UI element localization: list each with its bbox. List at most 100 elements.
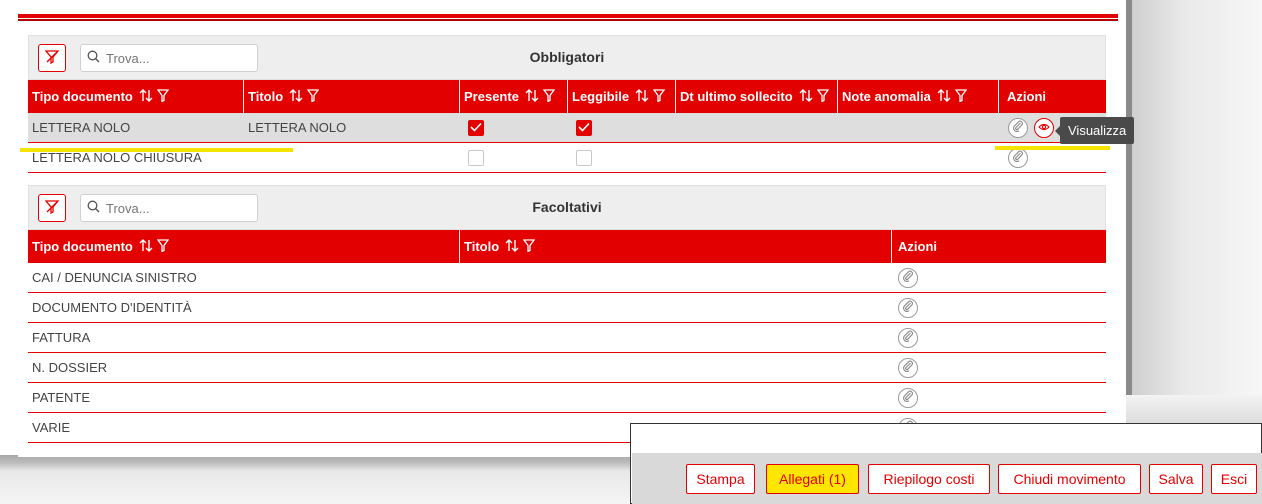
column-header-leggibile[interactable]: Leggibile xyxy=(568,80,676,113)
cell-tipo-documento: N. DOSSIER xyxy=(32,360,108,375)
chiudi-movimento-button[interactable]: Chiudi movimento xyxy=(998,464,1141,494)
filter-icon[interactable] xyxy=(156,88,173,105)
sort-icon[interactable] xyxy=(799,88,817,105)
cell-azioni xyxy=(894,383,918,412)
filter-icon[interactable] xyxy=(306,88,323,105)
paperclip-icon xyxy=(902,360,914,375)
column-label: Presente xyxy=(464,89,519,104)
column-header-tipo-documento[interactable]: Tipo documento xyxy=(28,80,244,113)
filter-icon[interactable] xyxy=(522,238,539,255)
leggibile-checkbox-cell xyxy=(572,143,592,172)
riepilogo-costi-button[interactable]: Riepilogo costi xyxy=(868,464,990,494)
cell-azioni xyxy=(894,263,918,292)
presente-checkbox[interactable] xyxy=(468,149,484,166)
paperclip-icon xyxy=(1012,120,1024,135)
sort-icon[interactable] xyxy=(139,238,157,255)
column-header-tipo-documento[interactable]: Tipo documento xyxy=(28,230,460,263)
table-row[interactable]: CAI / DENUNCIA SINISTRO xyxy=(28,263,1106,293)
table-row[interactable]: DOCUMENTO D'IDENTITÀ xyxy=(28,293,1106,323)
filter-icon[interactable] xyxy=(954,88,971,105)
obbligatori-section: Obbligatori Tipo documento Titolo Presen… xyxy=(28,35,1106,173)
stampa-button[interactable]: Stampa xyxy=(686,464,755,494)
obbligatori-search-box[interactable] xyxy=(80,44,258,72)
cell-titolo: LETTERA NOLO xyxy=(248,120,347,135)
sort-icon[interactable] xyxy=(139,88,157,105)
presente-checkbox-cell xyxy=(464,113,484,142)
sort-icon[interactable] xyxy=(289,88,307,105)
search-icon xyxy=(87,200,100,216)
table-row[interactable]: FATTURA xyxy=(28,323,1106,353)
filter-icon[interactable] xyxy=(652,88,669,105)
table-row[interactable]: N. DOSSIER xyxy=(28,353,1106,383)
leggibile-checkbox-cell xyxy=(572,113,592,142)
attach-button[interactable] xyxy=(1008,147,1028,168)
leggibile-checkbox[interactable] xyxy=(576,119,592,136)
paperclip-icon xyxy=(902,270,914,285)
filter-icon[interactable] xyxy=(156,238,173,255)
attach-button[interactable] xyxy=(898,357,918,378)
column-header-titolo[interactable]: Titolo xyxy=(244,80,460,113)
window-top-accent xyxy=(18,14,1118,18)
checkmark-icon xyxy=(470,120,482,135)
leggibile-checkbox[interactable] xyxy=(576,149,592,166)
allegati-button[interactable]: Allegati (1) xyxy=(766,464,859,494)
highlight-underline-actions xyxy=(995,146,1110,150)
cell-azioni xyxy=(894,353,918,382)
cell-tipo-documento: CAI / DENUNCIA SINISTRO xyxy=(32,270,197,285)
search-icon xyxy=(87,50,100,66)
documents-window: Obbligatori Tipo documento Titolo Presen… xyxy=(18,0,1126,457)
column-header-azioni: Azioni xyxy=(892,230,1106,263)
facoltativi-search-box[interactable] xyxy=(80,194,258,222)
column-header-dt-ultimo-sollecito[interactable]: Dt ultimo sollecito xyxy=(676,80,838,113)
obbligatori-clear-filter-button[interactable] xyxy=(38,44,66,72)
sort-icon[interactable] xyxy=(505,238,523,255)
filter-icon[interactable] xyxy=(816,88,833,105)
filter-clear-icon xyxy=(44,49,60,67)
background-panel-bottom xyxy=(0,455,630,504)
paperclip-icon xyxy=(902,330,914,345)
column-label: Azioni xyxy=(898,239,937,254)
action-bar: Stampa Allegati (1) Riepilogo costi Chiu… xyxy=(632,453,1262,504)
presente-checkbox[interactable] xyxy=(468,119,484,136)
cell-tipo-documento: FATTURA xyxy=(32,330,91,345)
esci-button[interactable]: Esci xyxy=(1211,464,1257,494)
attach-button[interactable] xyxy=(898,327,918,348)
column-label: Dt ultimo sollecito xyxy=(680,89,793,104)
action-panel: Stampa Allegati (1) Riepilogo costi Chiu… xyxy=(630,423,1262,504)
column-label: Tipo documento xyxy=(32,89,133,104)
column-header-titolo[interactable]: Titolo xyxy=(460,230,892,263)
column-header-note-anomalia[interactable]: Note anomalia xyxy=(838,80,999,113)
cell-tipo-documento: LETTERA NOLO xyxy=(32,120,131,135)
cell-azioni xyxy=(1004,113,1054,142)
attach-button[interactable] xyxy=(1008,117,1028,138)
column-label: Titolo xyxy=(464,239,500,254)
facoltativi-clear-filter-button[interactable] xyxy=(38,194,66,222)
cell-tipo-documento: DOCUMENTO D'IDENTITÀ xyxy=(32,300,192,315)
column-label: Note anomalia xyxy=(842,89,931,104)
background-panel-right xyxy=(1124,0,1262,420)
table-row[interactable]: PATENTE xyxy=(28,383,1106,413)
sort-icon[interactable] xyxy=(525,88,543,105)
sort-icon[interactable] xyxy=(635,88,653,105)
table-row[interactable]: LETTERA NOLO LETTERA NOLO xyxy=(28,113,1106,143)
view-button[interactable] xyxy=(1034,117,1054,138)
attach-button[interactable] xyxy=(898,387,918,408)
filter-icon[interactable] xyxy=(542,88,559,105)
paperclip-icon xyxy=(902,390,914,405)
column-header-presente[interactable]: Presente xyxy=(460,80,568,113)
obbligatori-search-input[interactable] xyxy=(104,49,248,67)
presente-checkbox-cell xyxy=(464,143,484,172)
highlight-underline-row xyxy=(20,148,293,152)
salva-button[interactable]: Salva xyxy=(1149,464,1203,494)
column-header-azioni: Azioni xyxy=(999,80,1106,113)
sort-icon[interactable] xyxy=(937,88,955,105)
column-label: Leggibile xyxy=(572,89,630,104)
attach-button[interactable] xyxy=(898,297,918,318)
obbligatori-header-row: Tipo documento Titolo Presente Leggibile xyxy=(28,80,1106,113)
column-label: Tipo documento xyxy=(32,239,133,254)
facoltativi-search-input[interactable] xyxy=(104,199,248,217)
attach-button[interactable] xyxy=(898,267,918,288)
facoltativi-section: Facoltativi Tipo documento Titolo Azioni… xyxy=(28,185,1106,443)
obbligatori-toolbar: Obbligatori xyxy=(28,35,1106,80)
eye-icon xyxy=(1038,120,1050,135)
